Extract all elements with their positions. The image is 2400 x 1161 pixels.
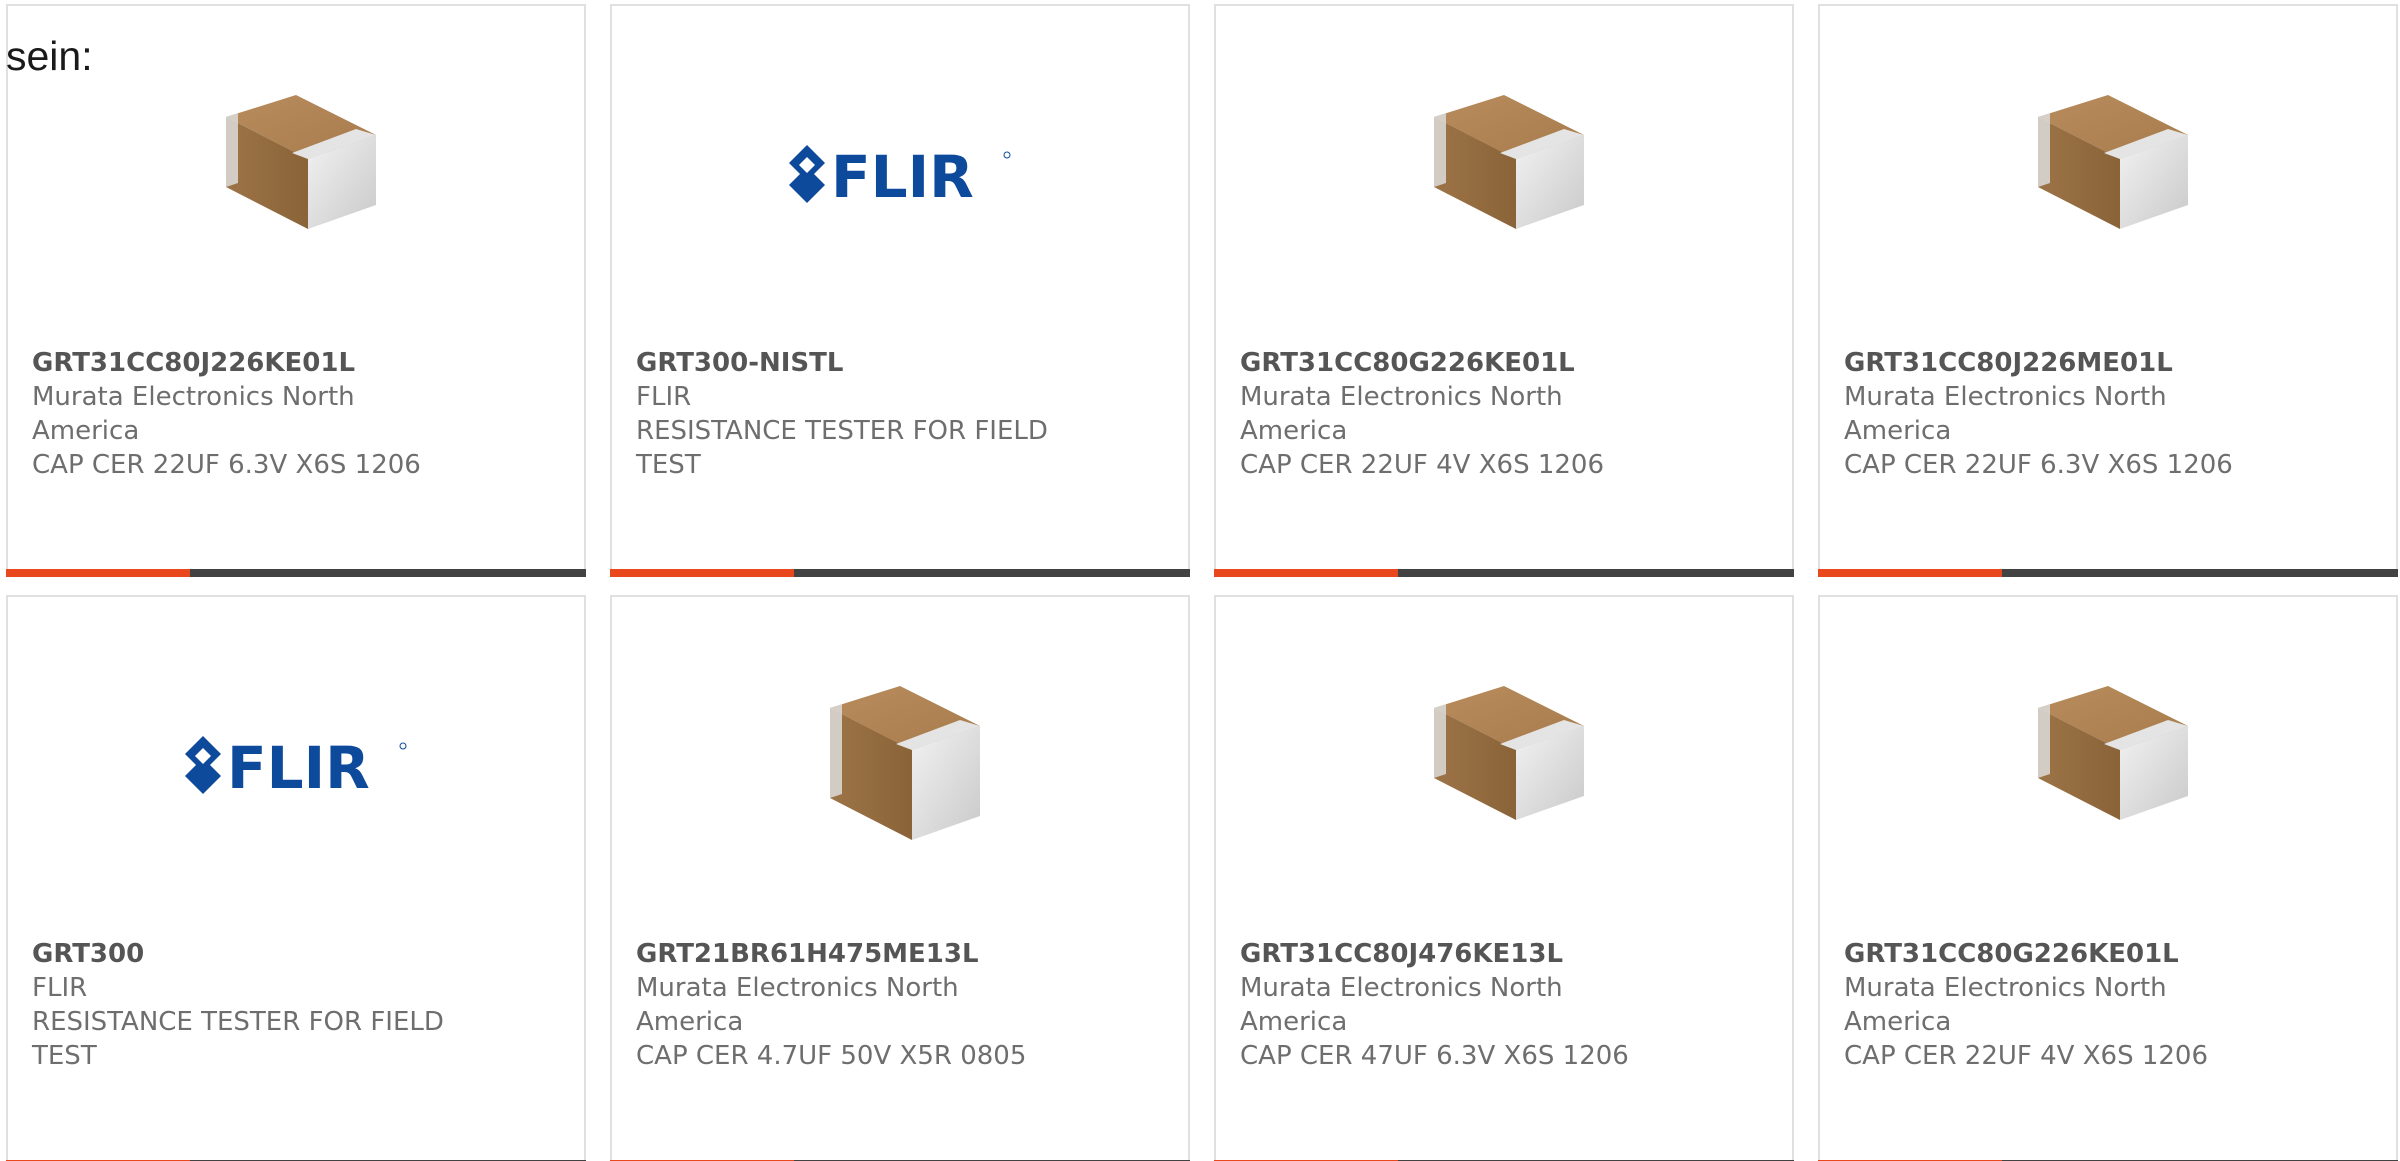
- manufacturer: Murata Electronics North America: [1844, 973, 2167, 1037]
- product-info: GRT21BR61H475ME13L Murata Electronics Nor…: [636, 937, 1068, 1073]
- flir-logo-text: FLIR: [227, 734, 370, 802]
- product-card[interactable]: GRT31CC80G226KE01L Murata Electronics Nor…: [1818, 595, 2398, 1161]
- flir-logo-icon: FLIR: [185, 734, 407, 802]
- product-image[interactable]: FLIR: [8, 663, 584, 873]
- card-accent-bar: [610, 569, 794, 577]
- intro-text: sein:: [6, 33, 93, 79]
- part-number[interactable]: GRT31CC80J476KE13L: [1240, 937, 1672, 971]
- part-number[interactable]: GRT300-NISTL: [636, 346, 1068, 380]
- card-bottom-bar: [1818, 569, 2398, 577]
- product-image[interactable]: [1216, 663, 1792, 873]
- page: sein: GRT31CC80J226KE01L Murata Electron…: [0, 0, 2400, 1161]
- product-image[interactable]: [612, 663, 1188, 873]
- product-grid: GRT31CC80J226KE01L Murata Electronics Nor…: [6, 4, 2398, 1161]
- product-image[interactable]: FLIR: [612, 72, 1188, 282]
- card-bottom-bar: [1214, 569, 1794, 577]
- product-info: GRT31CC80J226ME01L Murata Electronics Nor…: [1844, 346, 2276, 482]
- product-info: GRT31CC80G226KE01L Murata Electronics Nor…: [1844, 937, 2276, 1073]
- product-info: GRT300-NISTL FLIR RESISTANCE TESTER FOR FI…: [636, 346, 1068, 482]
- product-card[interactable]: GRT31CC80J476KE13L Murata Electronics Nor…: [1214, 595, 1794, 1161]
- capacitor-image: [830, 686, 980, 840]
- card-bottom-bar: [610, 569, 1190, 577]
- description: RESISTANCE TESTER FOR FIELD TEST: [636, 416, 1048, 480]
- description: CAP CER 22UF 4V X6S 1206: [1240, 450, 1605, 480]
- product-image[interactable]: [1216, 72, 1792, 282]
- manufacturer: Murata Electronics North America: [1240, 973, 1563, 1037]
- description: RESISTANCE TESTER FOR FIELD TEST: [32, 1007, 444, 1071]
- product-card[interactable]: GRT31CC80J226ME01L Murata Electronics Nor…: [1818, 4, 2398, 577]
- product-image[interactable]: [1820, 663, 2396, 873]
- part-number[interactable]: GRT31CC80G226KE01L: [1240, 346, 1672, 380]
- manufacturer: FLIR: [32, 973, 88, 1003]
- card-accent-bar: [6, 569, 190, 577]
- card-accent-bar: [1214, 569, 1398, 577]
- manufacturer: Murata Electronics North America: [1240, 382, 1563, 446]
- manufacturer: FLIR: [636, 382, 692, 412]
- description: CAP CER 22UF 4V X6S 1206: [1844, 1041, 2209, 1071]
- description: CAP CER 47UF 6.3V X6S 1206: [1240, 1041, 1629, 1071]
- product-image[interactable]: [8, 72, 584, 282]
- product-image[interactable]: [1820, 72, 2396, 282]
- description: CAP CER 22UF 6.3V X6S 1206: [32, 450, 421, 480]
- flir-logo-text: FLIR: [831, 143, 974, 211]
- card-accent-bar: [1818, 569, 2002, 577]
- capacitor-image: [1434, 686, 1584, 820]
- capacitor-image: [226, 95, 376, 229]
- product-info: GRT300 FLIR RESISTANCE TESTER FOR FIELD TE…: [32, 937, 464, 1073]
- part-number[interactable]: GRT300: [32, 937, 464, 971]
- capacitor-image: [2038, 686, 2188, 820]
- part-number[interactable]: GRT31CC80G226KE01L: [1844, 937, 2276, 971]
- part-number[interactable]: GRT31CC80J226KE01L: [32, 346, 464, 380]
- description: CAP CER 22UF 6.3V X6S 1206: [1844, 450, 2233, 480]
- manufacturer: Murata Electronics North America: [32, 382, 355, 446]
- capacitor-image: [1434, 95, 1584, 229]
- product-card[interactable]: FLIR GRT300 FLIR RESISTANCE TESTER FOR FIE…: [6, 595, 586, 1161]
- product-info: GRT31CC80G226KE01L Murata Electronics Nor…: [1240, 346, 1672, 482]
- flir-logo-icon: FLIR: [789, 143, 1011, 211]
- manufacturer: Murata Electronics North America: [636, 973, 959, 1037]
- manufacturer: Murata Electronics North America: [1844, 382, 2167, 446]
- product-card[interactable]: FLIR GRT300-NISTL FLIR RESISTANCE TESTER F…: [610, 4, 1190, 577]
- product-info: GRT31CC80J226KE01L Murata Electronics Nor…: [32, 346, 464, 482]
- part-number[interactable]: GRT31CC80J226ME01L: [1844, 346, 2276, 380]
- product-info: GRT31CC80J476KE13L Murata Electronics Nor…: [1240, 937, 1672, 1073]
- part-number[interactable]: GRT21BR61H475ME13L: [636, 937, 1068, 971]
- product-card[interactable]: GRT21BR61H475ME13L Murata Electronics Nor…: [610, 595, 1190, 1161]
- description: CAP CER 4.7UF 50V X5R 0805: [636, 1041, 1027, 1071]
- product-card[interactable]: GRT31CC80G226KE01L Murata Electronics Nor…: [1214, 4, 1794, 577]
- capacitor-image: [2038, 95, 2188, 229]
- product-card[interactable]: GRT31CC80J226KE01L Murata Electronics Nor…: [6, 4, 586, 577]
- card-bottom-bar: [6, 569, 586, 577]
